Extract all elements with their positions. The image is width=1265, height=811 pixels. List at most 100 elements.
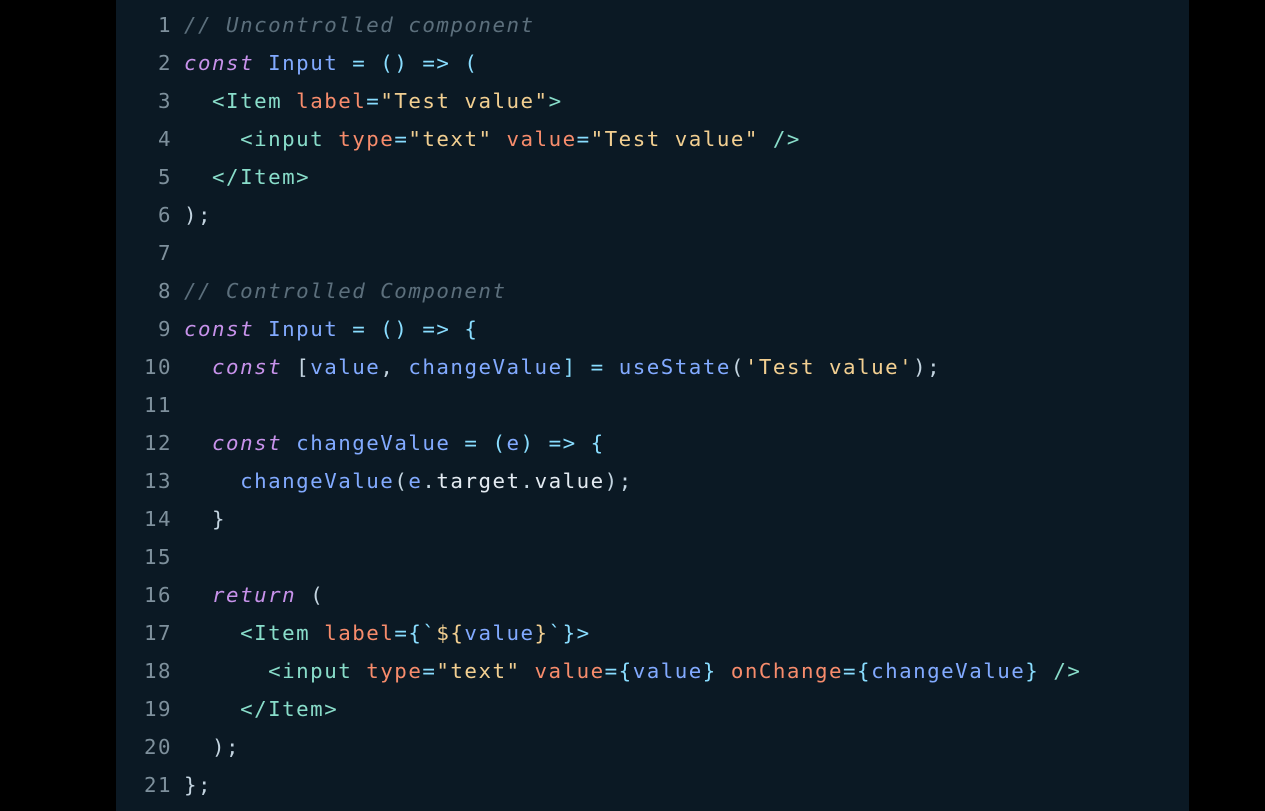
code-line: 11 xyxy=(116,386,1081,424)
code-token: }; xyxy=(184,773,213,797)
code-token: Input xyxy=(254,51,339,75)
code-token: = xyxy=(422,659,437,683)
code-token: e xyxy=(506,431,521,455)
right-margin xyxy=(1189,0,1265,811)
code-token: /> xyxy=(758,127,801,151)
code-token: = xyxy=(576,127,591,151)
line-number: 16 xyxy=(143,583,172,607)
line-number: 15 xyxy=(143,545,172,569)
code-token: "text" xyxy=(436,659,521,683)
code-token: . xyxy=(520,469,535,493)
code-token: ); xyxy=(184,735,241,759)
code-token: const xyxy=(184,51,255,75)
code-token: } xyxy=(702,659,717,683)
code-token: } xyxy=(534,621,549,645)
line-number: 2 xyxy=(157,51,172,75)
code-token: ${ xyxy=(436,621,465,645)
code-line: 12 const changeValue = (e) => { xyxy=(116,424,1081,462)
code-token: } xyxy=(1025,659,1040,683)
code-line: 13 changeValue(e.target.value); xyxy=(116,462,1081,500)
code-token: onChange xyxy=(716,659,844,683)
code-token: <input xyxy=(184,659,353,683)
code-line: 5 </Item> xyxy=(116,158,1081,196)
line-number: 13 xyxy=(143,469,172,493)
code-token: value xyxy=(310,355,381,379)
code-token: = () => { xyxy=(338,317,479,341)
code-block: 1 // Uncontrolled component 2 const Input =… xyxy=(116,6,1081,804)
code-token: value xyxy=(464,621,535,645)
code-token: changeValue xyxy=(871,659,1026,683)
code-token: = xyxy=(366,89,381,113)
code-line: 6); xyxy=(116,196,1081,234)
code-token: = () => ( xyxy=(338,51,479,75)
code-line: 14 } xyxy=(116,500,1081,538)
code-line: 4 <input type="text" value="Test value" … xyxy=(116,120,1081,158)
line-number: 6 xyxy=(157,203,172,227)
line-number: 9 xyxy=(157,317,172,341)
code-token: changeValue xyxy=(408,355,563,379)
code-token: ); xyxy=(184,203,213,227)
code-token: type xyxy=(324,127,395,151)
code-token: target xyxy=(436,469,521,493)
line-number: 18 xyxy=(143,659,172,683)
code-token: value xyxy=(492,127,577,151)
line-number: 4 xyxy=(157,127,172,151)
code-token: ={ xyxy=(843,659,872,683)
code-token: = xyxy=(394,127,409,151)
code-token: changeValue xyxy=(184,469,395,493)
code-token: } xyxy=(184,507,227,531)
code-line: 1 // Uncontrolled component xyxy=(116,6,1081,44)
code-token: ={` xyxy=(394,621,437,645)
code-line: 2 const Input = () => ( xyxy=(116,44,1081,82)
line-number: 10 xyxy=(143,355,172,379)
line-number: 3 xyxy=(157,89,172,113)
code-token: . xyxy=(422,469,437,493)
line-number: 19 xyxy=(143,697,172,721)
code-line: 10 const [value, changeValue] = useState… xyxy=(116,348,1081,386)
code-line: 21}; xyxy=(116,766,1081,804)
code-editor[interactable]: 1 // Uncontrolled component 2 const Input =… xyxy=(116,0,1189,811)
code-token: ( xyxy=(730,355,745,379)
code-token: // Uncontrolled component xyxy=(184,13,535,37)
code-token: ); xyxy=(604,469,633,493)
code-token: ( xyxy=(296,583,325,607)
line-number: 8 xyxy=(157,279,172,303)
code-line: 9 const Input = () => { xyxy=(116,310,1081,348)
left-margin xyxy=(0,0,116,811)
code-token: "Test value" xyxy=(590,127,759,151)
code-token: , xyxy=(380,355,409,379)
code-line: 19 </Item> xyxy=(116,690,1081,728)
code-token: e xyxy=(408,469,423,493)
code-token: value xyxy=(632,659,703,683)
line-number: 17 xyxy=(143,621,172,645)
code-token: > xyxy=(548,89,563,113)
code-token: </Item> xyxy=(184,697,339,721)
code-token: `}> xyxy=(548,621,591,645)
line-number: 12 xyxy=(143,431,172,455)
line-number: 20 xyxy=(143,735,172,759)
code-token: const xyxy=(184,317,255,341)
code-token: label xyxy=(310,621,395,645)
line-number: 5 xyxy=(157,165,172,189)
code-token: /> xyxy=(1039,659,1082,683)
code-line: 15 xyxy=(116,538,1081,576)
line-number: 11 xyxy=(143,393,172,417)
code-token: const xyxy=(184,355,283,379)
code-token: <Item xyxy=(184,621,311,645)
code-token: "Test value" xyxy=(380,89,549,113)
code-line: 18 <input type="text" value={value} onCh… xyxy=(116,652,1081,690)
code-token: <Item xyxy=(184,89,283,113)
line-number: 14 xyxy=(143,507,172,531)
code-token: </Item> xyxy=(184,165,311,189)
code-token: type xyxy=(352,659,423,683)
line-number: 1 xyxy=(157,13,172,37)
code-line: 17 <Item label={`${value}`}> xyxy=(116,614,1081,652)
code-line: 20 ); xyxy=(116,728,1081,766)
code-line: 8 // Controlled Component xyxy=(116,272,1081,310)
code-token: ( xyxy=(394,469,409,493)
code-token: "text" xyxy=(408,127,493,151)
code-token: 'Test value' xyxy=(744,355,914,379)
line-number: 7 xyxy=(157,241,172,265)
code-token: useState xyxy=(618,355,731,379)
code-token: <input xyxy=(184,127,325,151)
